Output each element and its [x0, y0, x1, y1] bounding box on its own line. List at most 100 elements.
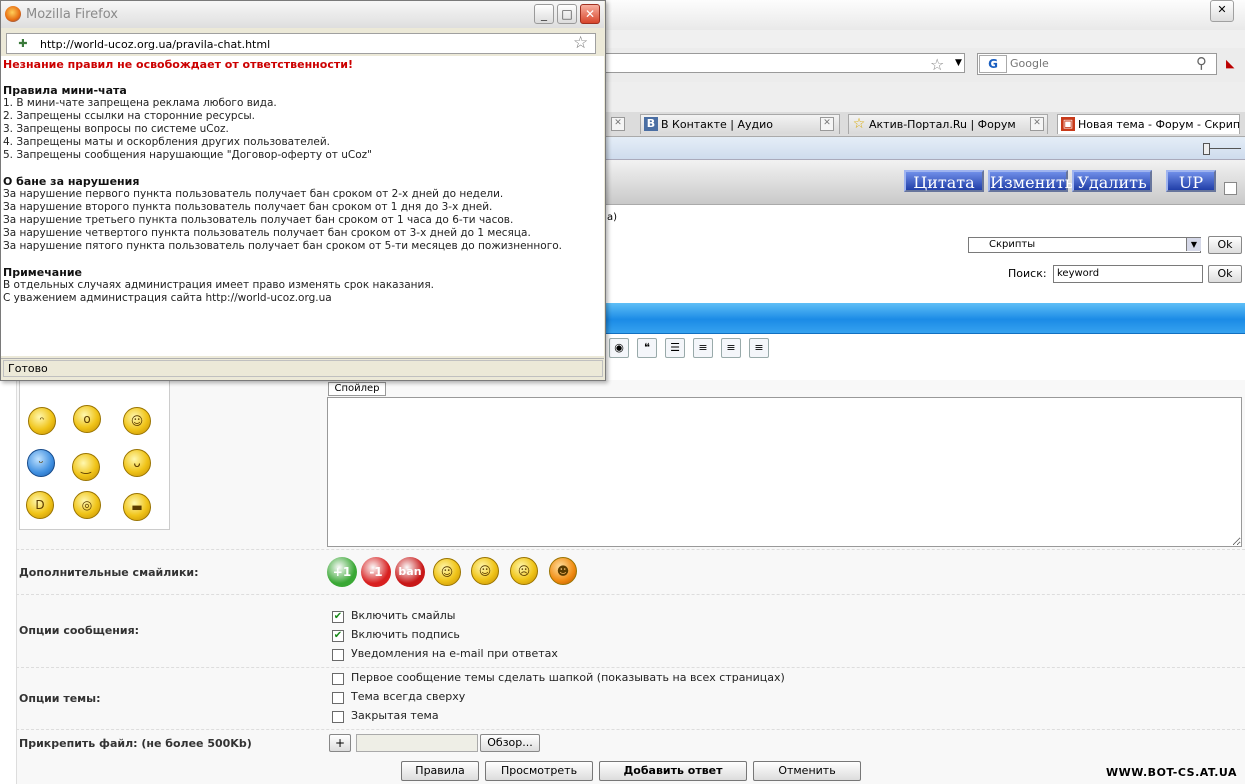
ban-heading: О бане за нарушения — [3, 175, 140, 188]
status-text: Готово — [3, 360, 603, 377]
rule-item: 1. В мини-чате запрещена реклама любого … — [3, 97, 277, 109]
note-heading: Примечание — [3, 266, 82, 279]
google-logo-icon[interactable]: G — [979, 55, 1007, 73]
ban-item: За нарушение пятого пункта пользователь … — [3, 240, 562, 252]
category-ok-button[interactable]: Ok — [1208, 236, 1242, 254]
crying-smiley-icon[interactable]: ᵔ — [28, 407, 56, 435]
firefox-icon — [5, 6, 21, 22]
pin-first-post-checkbox[interactable] — [332, 673, 344, 685]
divider — [16, 729, 1245, 731]
divider — [16, 594, 1245, 596]
rules-heading: Правила мини-чата — [3, 84, 127, 97]
align-left-icon[interactable]: ≡ — [693, 338, 713, 358]
ban-icon[interactable]: ban — [395, 557, 425, 587]
rule-item: 5. Запрещены сообщения нарушающие "Догов… — [3, 149, 373, 161]
site-identity-icon[interactable]: ✚ — [16, 37, 30, 51]
minimize-icon[interactable]: _ — [534, 4, 554, 24]
maximize-icon[interactable]: □ — [557, 4, 577, 24]
tab-close-icon[interactable]: ✕ — [611, 117, 625, 131]
message-textarea[interactable] — [327, 397, 1242, 547]
search-ok-button[interactable]: Ok — [1208, 265, 1242, 283]
tab-label: Актив-Портал.Ru | Форум — [869, 118, 1016, 131]
tab-label: В Контакте | Аудио — [661, 118, 773, 131]
search-magnifier-icon[interactable]: ⚲ — [1196, 54, 1207, 72]
smirk-smiley-icon[interactable]: ‿ — [72, 453, 100, 481]
browse-button[interactable]: Обзор... — [480, 734, 540, 752]
background-url-bar[interactable] — [605, 53, 965, 73]
bookmark-star-icon[interactable]: ☆ — [930, 55, 944, 74]
rule-item: 4. Запрещены маты и оскорбления других п… — [3, 136, 330, 148]
enable-signature-checkbox[interactable]: ✔ — [332, 630, 344, 642]
popup-title: Mozilla Firefox — [26, 7, 118, 22]
email-notify-label: Уведомления на e-mail при ответах — [351, 647, 558, 660]
google-search-input[interactable] — [1008, 56, 1192, 71]
cold-smiley-icon[interactable]: ᵕ — [27, 449, 55, 477]
star-icon: ☆ — [852, 116, 866, 132]
ban-item: За нарушение второго пункта пользователь… — [3, 201, 493, 213]
toolbar-extension-icon[interactable]: ◣ — [1226, 57, 1234, 70]
quote-tool-icon[interactable]: ❝ — [637, 338, 657, 358]
tab-aktiv-portal[interactable]: ☆ Актив-Портал.Ru | Форум — [848, 114, 1048, 134]
grin-smiley-icon[interactable]: ☺ — [123, 407, 151, 435]
minus-one-icon[interactable]: -1 — [361, 557, 391, 587]
add-attachment-button[interactable]: + — [329, 734, 351, 752]
laughing-smiley-icon[interactable]: D — [26, 491, 54, 519]
quote-button[interactable]: Цитата — [904, 170, 984, 192]
rules-button[interactable]: Правила — [401, 761, 479, 781]
nerd-smiley-icon[interactable]: ◎ — [73, 491, 101, 519]
rule-item: 3. Запрещены вопросы по системе uCoz. — [3, 123, 229, 135]
align-center-icon[interactable]: ≡ — [721, 338, 741, 358]
edit-button[interactable]: Изменить — [988, 170, 1073, 192]
image-tool-icon[interactable]: ◉ — [609, 338, 629, 358]
spoiler-button[interactable]: Спойлер — [328, 382, 386, 396]
zoom-slider-handle[interactable] — [1203, 143, 1210, 155]
cool-smiley-icon[interactable]: ☺ — [471, 557, 499, 585]
enable-smileys-checkbox[interactable]: ✔ — [332, 611, 344, 623]
bookmark-star-icon[interactable]: ☆ — [573, 33, 588, 53]
truncated-text: a) — [607, 212, 618, 223]
delete-button[interactable]: Удалить — [1072, 170, 1152, 192]
email-notify-checkbox[interactable] — [332, 649, 344, 661]
vk-icon: B — [644, 117, 658, 131]
post-select-checkbox[interactable] — [1224, 182, 1237, 195]
align-right-icon[interactable]: ≡ — [749, 338, 769, 358]
topic-options-label: Опции темы: — [19, 692, 101, 705]
extra-smileys-label: Дополнительные смайлики: — [19, 566, 199, 579]
background-close-icon[interactable]: ✕ — [1210, 0, 1234, 22]
rolling-eyes-smiley-icon[interactable]: ᴗ — [123, 449, 151, 477]
ninja-smiley-icon[interactable]: ▬ — [123, 493, 151, 521]
enable-signature-label: Включить подпись — [351, 628, 460, 641]
add-reply-button[interactable]: Добавить ответ — [599, 761, 747, 781]
tab-close-icon[interactable]: ✕ — [1030, 117, 1044, 131]
preview-button[interactable]: Просмотреть — [485, 761, 593, 781]
search-label: Поиск: — [1008, 267, 1047, 280]
tab-new-topic[interactable]: ▣ Новая тема - Форум - Скрипт... — [1057, 114, 1240, 134]
divider — [16, 549, 1245, 551]
attach-file-label: Прикрепить файл: (не более 500Kb) — [19, 737, 252, 750]
forum-search-input[interactable]: keyword — [1053, 265, 1203, 283]
up-button[interactable]: UP — [1166, 170, 1216, 192]
wink-smiley-icon[interactable]: ☻ — [549, 557, 577, 585]
note-item: В отдельных случаях администрация имеет … — [3, 279, 434, 291]
list-tool-icon[interactable]: ☰ — [665, 338, 685, 358]
closed-topic-checkbox[interactable] — [332, 711, 344, 723]
message-options-label: Опции сообщения: — [19, 624, 140, 637]
sticky-topic-checkbox[interactable] — [332, 692, 344, 704]
category-select[interactable]: Скрипты — [968, 237, 1201, 253]
tab-close-icon[interactable]: ✕ — [820, 117, 834, 131]
chevron-down-icon[interactable]: ▼ — [1186, 238, 1201, 251]
angel-smiley-icon[interactable]: ☺ — [433, 558, 461, 586]
close-icon[interactable]: ✕ — [580, 4, 600, 24]
rule-item: 2. Запрещены ссылки на сторонние ресурсы… — [3, 110, 255, 122]
cancel-button[interactable]: Отменить — [753, 761, 861, 781]
tab-vkontakte[interactable]: B В Контакте | Аудио — [640, 114, 840, 134]
enable-smileys-label: Включить смайлы — [351, 609, 456, 622]
attachment-path-field[interactable] — [356, 734, 478, 752]
url-dropdown-icon[interactable]: ▼ — [955, 58, 962, 68]
tab-label: Новая тема - Форум - Скрипт... — [1078, 118, 1240, 131]
surprised-smiley-icon[interactable]: o — [73, 405, 101, 433]
ban-item: За нарушение первого пункта пользователь… — [3, 188, 504, 200]
rage-smiley-icon[interactable]: ☹ — [510, 557, 538, 585]
warning-text: Незнание правил не освобождает от ответс… — [3, 58, 353, 71]
plus-one-icon[interactable]: +1 — [327, 557, 357, 587]
